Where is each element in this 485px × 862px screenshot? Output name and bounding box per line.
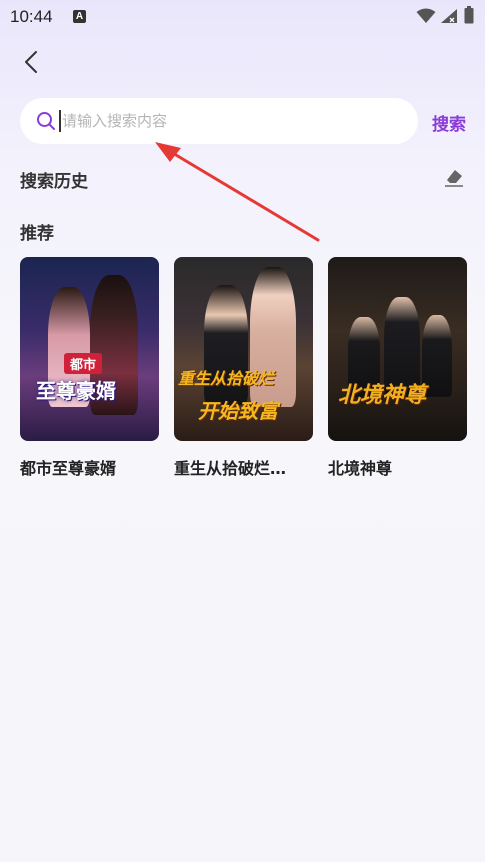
poster-text-main: 至尊豪婿: [36, 379, 116, 403]
battery-icon: [464, 6, 474, 24]
recommend-title: 推荐: [20, 224, 54, 244]
card-title: 重生从拾破烂…: [174, 459, 287, 478]
poster-image: 北境神尊: [328, 257, 467, 441]
notification-a-icon: A: [73, 10, 86, 23]
card-title: 都市至尊豪婿: [20, 459, 117, 478]
poster-text-main: 开始致富: [198, 399, 278, 423]
recommend-card-1[interactable]: 都市 至尊豪婿 都市至尊豪婿: [20, 257, 159, 479]
recommend-card-2[interactable]: 重生从拾破烂 开始致富 重生从拾破烂…: [174, 257, 313, 479]
status-bar: 10:44 A: [0, 0, 485, 34]
signal-icon: [441, 9, 457, 23]
wifi-icon: [416, 8, 436, 23]
poster-text-top: 重生从拾破烂: [178, 369, 275, 388]
poster-text-top: 都市: [64, 353, 103, 374]
poster-text-main: 北境神尊: [338, 383, 427, 408]
search-icon: [37, 112, 55, 130]
poster-image: 重生从拾破烂 开始致富: [174, 257, 313, 441]
search-history-title: 搜索历史: [20, 172, 88, 192]
search-button[interactable]: 搜索: [432, 110, 466, 135]
card-title: 北境神尊: [328, 459, 393, 478]
eraser-icon[interactable]: [443, 166, 465, 188]
status-time: 10:44: [10, 7, 53, 26]
recommend-card-3[interactable]: 北境神尊 北境神尊: [328, 257, 467, 479]
poster-image: 都市 至尊豪婿: [20, 257, 159, 441]
search-input[interactable]: [62, 98, 402, 144]
back-chevron-icon[interactable]: [20, 50, 44, 74]
search-box[interactable]: [20, 98, 418, 144]
text-caret: [59, 110, 61, 132]
